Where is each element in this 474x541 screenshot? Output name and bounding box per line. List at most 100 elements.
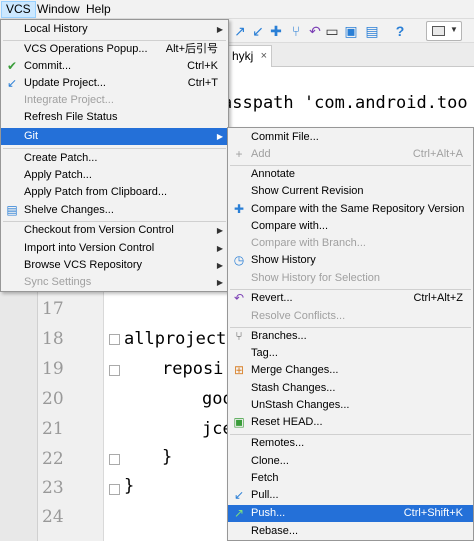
line-number: 18 <box>42 329 64 349</box>
menu-window[interactable]: Window <box>33 1 84 18</box>
menu-item-browse-vcs[interactable]: Browse VCS Repository ▶ <box>1 257 228 274</box>
menu-item-resolve-conflicts: Resolve Conflicts... <box>228 308 473 325</box>
menu-item-label: Reset HEAD... <box>251 416 323 428</box>
menu-item-label: Apply Patch from Clipboard... <box>24 186 168 198</box>
code-line: asspath 'com.android.too <box>222 93 468 113</box>
menu-item-label: Checkout from Version Control <box>24 224 174 236</box>
menu-item-revert[interactable]: ↶ Revert... Ctrl+Alt+Z <box>228 290 473 307</box>
menu-item-local-history[interactable]: Local History ▶ <box>1 21 228 38</box>
update-arrow-icon: ↙ <box>6 76 18 90</box>
menu-item-compare-branch: Compare with Branch... <box>228 235 473 252</box>
tab-hykj[interactable]: hykj × <box>228 45 272 67</box>
menu-item-compare-same-version[interactable]: ✚ Compare with the Same Repository Versi… <box>228 201 473 218</box>
terminal-icon[interactable]: ▭ <box>324 23 340 39</box>
code-line: } <box>162 447 173 467</box>
menu-item-label: Commit... <box>24 60 72 72</box>
menu-item-label: Local History <box>24 23 88 35</box>
update-arrow-icon[interactable]: ↙ <box>250 23 266 39</box>
menu-item-merge-changes[interactable]: ⊞ Merge Changes... <box>228 362 473 379</box>
shortcut-label: Ctrl+Alt+Z <box>413 292 463 304</box>
menu-item-stash-changes[interactable]: Stash Changes... <box>228 380 473 397</box>
menu-item-compare-with[interactable]: Compare with... <box>228 218 473 235</box>
menu-item-label: Clone... <box>251 455 289 467</box>
menu-item-commit-file[interactable]: Commit File... <box>228 129 473 146</box>
code-line: reposi <box>162 359 224 379</box>
menu-item-apply-patch[interactable]: Apply Patch... <box>1 167 228 184</box>
menu-item-apply-patch-clipboard[interactable]: Apply Patch from Clipboard... <box>1 184 228 201</box>
menu-item-label: Shelve Changes... <box>24 204 114 216</box>
menu-item-label: Push... <box>251 507 286 519</box>
menu-item-label: UnStash Changes... <box>251 399 350 411</box>
shortcut-label: Ctrl+K <box>187 60 218 72</box>
menu-item-push[interactable]: ↗ Push... Ctrl+Shift+K <box>228 505 473 522</box>
fold-marker-icon[interactable] <box>109 454 120 465</box>
compare-icon: ✚ <box>233 202 245 216</box>
revert-icon: ↶ <box>233 291 245 305</box>
menu-item-label: Merge Changes... <box>251 364 339 376</box>
menu-help[interactable]: Help <box>82 1 115 18</box>
shelve-icon: ▤ <box>6 203 18 217</box>
menu-item-branches[interactable]: ⑂ Branches... <box>228 328 473 345</box>
menu-item-clone[interactable]: Clone... <box>228 453 473 470</box>
folder-icon[interactable]: ▣ <box>343 23 359 39</box>
line-number: 22 <box>42 449 64 469</box>
menu-item-label: Annotate <box>251 168 296 180</box>
menu-item-reset-head[interactable]: ▣ Reset HEAD... <box>228 414 473 431</box>
line-number: 23 <box>42 478 64 498</box>
submenu-arrow-icon: ▶ <box>216 244 223 253</box>
menu-item-label: Compare with Branch... <box>251 237 366 249</box>
shortcut-label: Ctrl+Shift+K <box>403 507 463 519</box>
menu-item-remotes[interactable]: Remotes... <box>228 435 473 452</box>
commit-arrow-icon[interactable]: ↗ <box>232 23 248 39</box>
menu-item-show-current-revision[interactable]: Show Current Revision <box>228 183 473 200</box>
menu-item-label: Resolve Conflicts... <box>251 310 346 322</box>
branch-icon[interactable]: ⑂ <box>288 23 304 39</box>
fold-marker-icon[interactable] <box>109 484 120 495</box>
help-icon[interactable]: ? <box>392 23 408 39</box>
fold-marker-icon[interactable] <box>109 334 120 345</box>
shortcut-label: Alt+后引号 <box>165 43 218 55</box>
fold-marker-icon[interactable] <box>109 365 120 376</box>
menu-item-label: Add <box>251 148 271 160</box>
menu-item-label: Compare with... <box>251 220 329 232</box>
menu-item-integrate-project: Integrate Project... <box>1 92 228 109</box>
revert-icon[interactable]: ↶ <box>307 23 323 39</box>
structure-icon[interactable]: ▤ <box>364 23 380 39</box>
menu-item-refresh-file-status[interactable]: Refresh File Status <box>1 109 228 126</box>
screen-icon[interactable]: ▼ <box>426 21 462 41</box>
merge-icon: ⊞ <box>233 363 245 377</box>
menu-item-commit[interactable]: ✔ Commit... Ctrl+K <box>1 58 228 75</box>
monitor-icon <box>432 26 445 36</box>
close-icon[interactable]: × <box>261 46 267 66</box>
menu-item-label: Stash Changes... <box>251 382 336 394</box>
menu-item-checkout[interactable]: Checkout from Version Control ▶ <box>1 222 228 239</box>
line-number: 19 <box>42 359 64 379</box>
menu-item-create-patch[interactable]: Create Patch... <box>1 150 228 167</box>
menu-item-tag[interactable]: Tag... <box>228 345 473 362</box>
menu-item-shelve-changes[interactable]: ▤ Shelve Changes... <box>1 202 228 219</box>
branch-icon: ⑂ <box>235 329 243 343</box>
vcs-menu: Local History ▶ VCS Operations Popup... … <box>0 19 229 292</box>
compare-icon[interactable]: ✚ <box>268 23 284 39</box>
menu-item-label: Browse VCS Repository <box>24 259 142 271</box>
menu-item-label: Revert... <box>251 292 293 304</box>
menu-item-annotate[interactable]: Annotate <box>228 166 473 183</box>
menu-item-label: Show History for Selection <box>251 272 380 284</box>
menu-item-label: Rebase... <box>251 525 299 537</box>
menu-item-show-history[interactable]: ◷ Show History <box>228 252 473 269</box>
submenu-arrow-icon: ▶ <box>216 261 223 270</box>
menu-item-import[interactable]: Import into Version Control ▶ <box>1 240 228 257</box>
shortcut-label: Ctrl+T <box>187 77 218 89</box>
menu-item-git[interactable]: Git ▶ <box>1 128 228 145</box>
menu-item-rebase[interactable]: Rebase... <box>228 523 473 540</box>
menu-item-unstash-changes[interactable]: UnStash Changes... <box>228 397 473 414</box>
menu-item-update-project[interactable]: ↙ Update Project... Ctrl+T <box>1 75 228 92</box>
menu-item-label: Integrate Project... <box>24 94 114 106</box>
line-number: 20 <box>42 389 64 409</box>
menu-vcs[interactable]: VCS <box>1 1 36 18</box>
menu-item-pull[interactable]: ↙ Pull... <box>228 487 473 504</box>
code-line: allprojects <box>124 329 237 349</box>
menu-item-fetch[interactable]: Fetch <box>228 470 473 487</box>
menu-bar: VCS Window Help <box>0 0 474 19</box>
menu-item-vcs-operations-popup[interactable]: VCS Operations Popup... Alt+后引号 <box>1 41 228 58</box>
